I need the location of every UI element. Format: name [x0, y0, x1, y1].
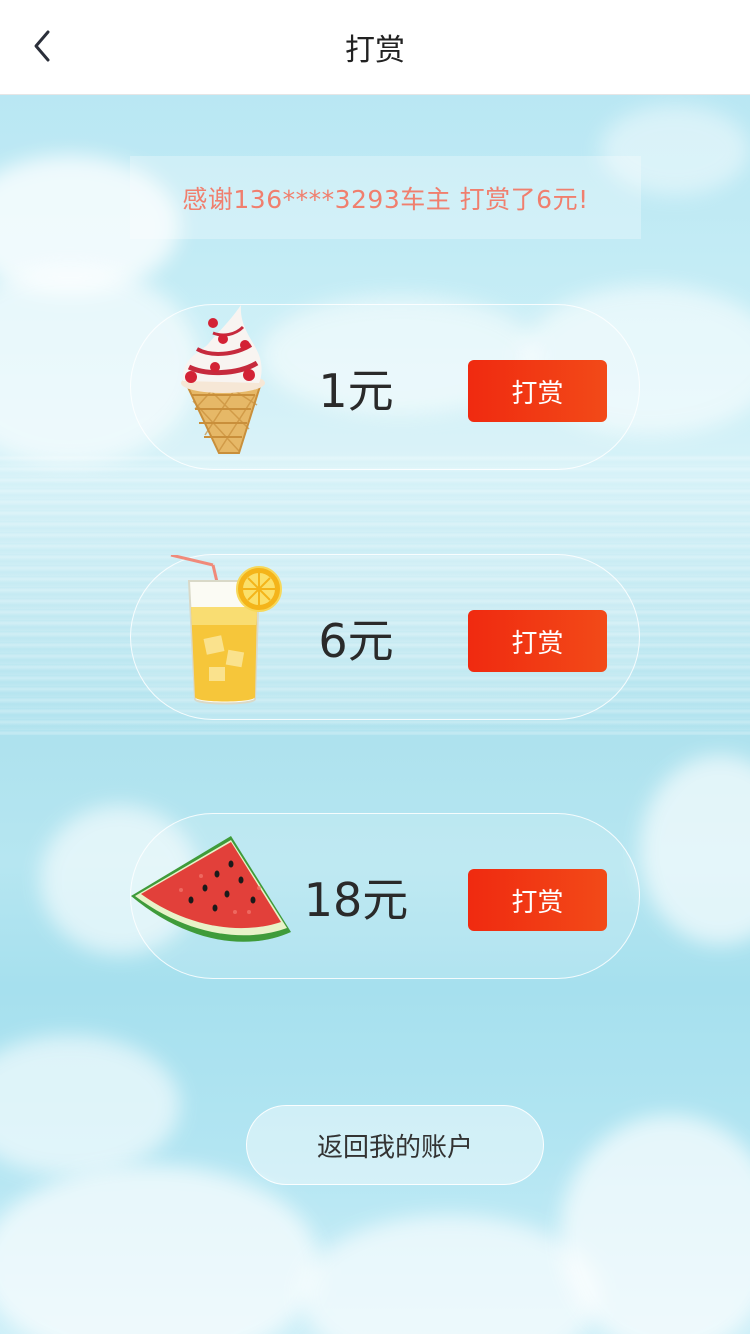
page-title: 打赏 [345, 33, 405, 68]
watermelon-icon [131, 836, 291, 942]
ice-cream-icon [181, 305, 265, 454]
tip-button-1[interactable]: 打赏 [468, 360, 607, 422]
back-to-account-button[interactable]: 返回我的账户 [246, 1105, 544, 1185]
chevron-left-icon [34, 30, 50, 62]
tip-card-1: 1元 打赏 [130, 304, 640, 470]
tip-button-2[interactable]: 打赏 [468, 610, 607, 672]
tip-button-3[interactable]: 打赏 [468, 869, 607, 931]
tip-amount: 6元 [318, 614, 394, 668]
lemonade-icon [170, 555, 282, 705]
tip-amount: 1元 [318, 364, 394, 418]
tip-card-2: 6元 打赏 [130, 554, 640, 720]
sky-background: 感谢136****3293车主 打赏了6元! 1元 打赏 6元 打赏 18元 打… [0, 95, 750, 1334]
tip-amount: 18元 [303, 873, 409, 927]
back-button[interactable] [22, 26, 62, 66]
thanks-notice: 感谢136****3293车主 打赏了6元! [130, 156, 641, 239]
navbar: 打赏 [0, 0, 750, 95]
tip-card-3: 18元 打赏 [130, 813, 640, 979]
